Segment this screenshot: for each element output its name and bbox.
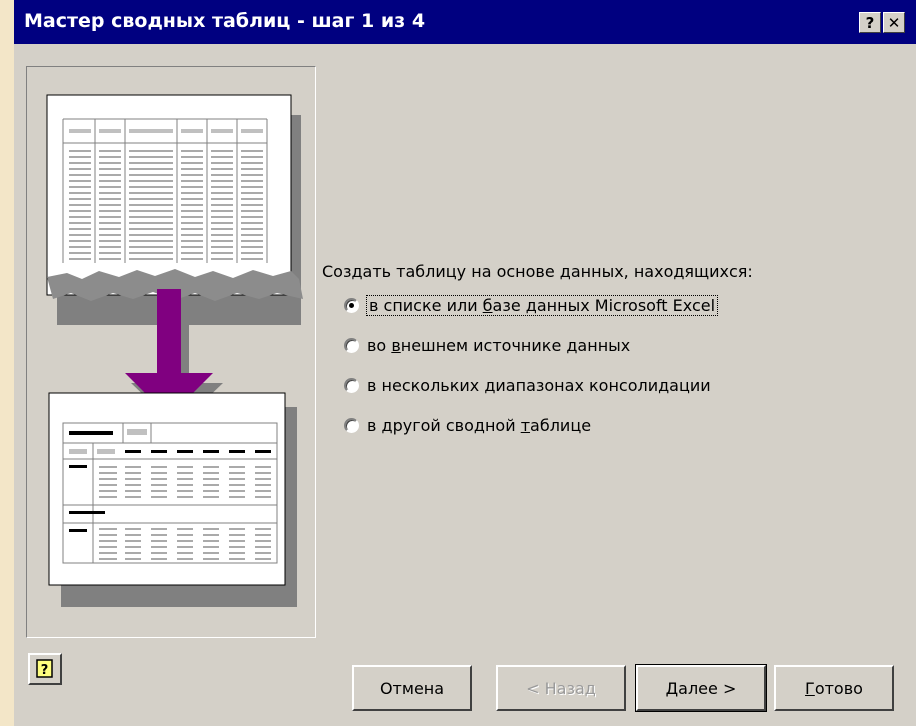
back-button[interactable]: < Назад xyxy=(496,665,626,711)
window-title: Мастер сводных таблиц - шаг 1 из 4 xyxy=(24,10,426,32)
title-bar: Мастер сводных таблиц - шаг 1 из 4 ? ✕ xyxy=(14,0,916,44)
option-consolidation-ranges-label: в нескольких диапазонах консолидации xyxy=(367,376,711,395)
option-external-source-label: во внешнем источнике данных xyxy=(367,336,631,355)
title-close-button[interactable]: ✕ xyxy=(883,12,905,33)
help-icon: ? xyxy=(36,659,53,678)
option-consolidation-ranges[interactable]: в нескольких диапазонах консолидации xyxy=(344,376,711,395)
pivot-wizard-dialog: Мастер сводных таблиц - шаг 1 из 4 ? ✕ С… xyxy=(14,0,916,726)
list-sheet xyxy=(46,94,292,296)
next-button[interactable]: Далее > xyxy=(635,664,767,712)
illustration-panel xyxy=(26,66,316,638)
radio-excel-list[interactable] xyxy=(344,298,359,313)
option-external-source[interactable]: во внешнем источнике данных xyxy=(344,336,630,355)
option-another-pivot[interactable]: в другой сводной таблице xyxy=(344,416,591,435)
option-another-pivot-label: в другой сводной таблице xyxy=(367,416,592,435)
radio-external-source[interactable] xyxy=(344,338,359,353)
finish-button[interactable]: Готово xyxy=(774,665,894,711)
source-prompt: Создать таблицу на основе данных, находя… xyxy=(322,262,753,281)
cancel-button[interactable]: Отмена xyxy=(352,665,472,711)
option-excel-list[interactable]: в списке или базе данных Microsoft Excel xyxy=(344,295,719,316)
option-excel-list-label: в списке или базе данных Microsoft Excel xyxy=(365,295,719,316)
list-to-pivot-illustration xyxy=(46,94,303,607)
title-help-button[interactable]: ? xyxy=(859,12,881,33)
office-assistant-button[interactable]: ? xyxy=(28,653,62,685)
pivot-sheet xyxy=(48,392,286,586)
radio-consolidation-ranges[interactable] xyxy=(344,378,359,393)
svg-text:?: ? xyxy=(41,663,49,678)
radio-another-pivot[interactable] xyxy=(344,418,359,433)
